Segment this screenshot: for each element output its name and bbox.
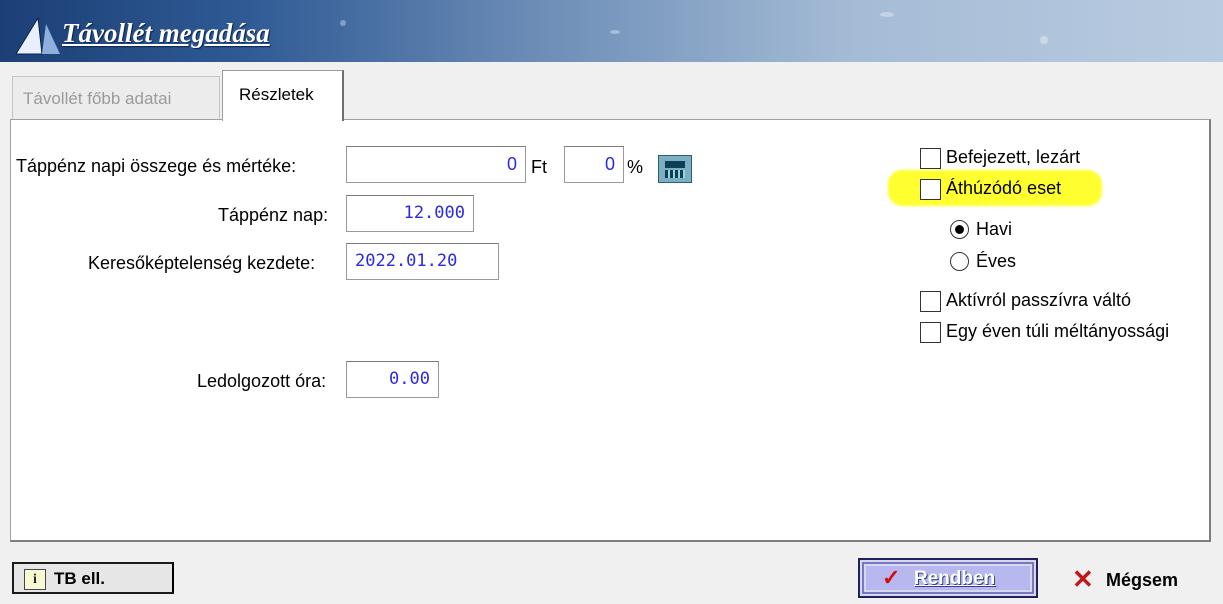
info-icon: i	[24, 569, 46, 590]
ft-unit-label: Ft	[531, 157, 547, 177]
befejezett-label: Befejezett, lezárt	[946, 147, 1081, 167]
egy-even-label: Egy éven túli méltányossági	[946, 321, 1170, 341]
tab-reszletek[interactable]: Részletek	[222, 70, 344, 121]
keresokeptelenseg-field[interactable]: 2022.01.20	[346, 243, 499, 280]
title-texture	[340, 20, 346, 26]
tappenz-amount-field[interactable]: 0	[346, 146, 526, 183]
havi-radio[interactable]	[950, 220, 969, 239]
egy-even-checkbox[interactable]	[920, 322, 941, 343]
title-texture	[880, 12, 894, 17]
megsem-label: Mégsem	[1106, 570, 1179, 590]
tb-ell-label: TB ell.	[54, 569, 106, 588]
athuzodo-checkbox[interactable]	[920, 179, 941, 200]
keresokeptelenseg-label: Keresőképtelenség kezdete:	[88, 253, 316, 273]
close-icon: ✕	[1072, 564, 1094, 594]
tappenz-percent-field[interactable]: 0	[564, 146, 624, 183]
befejezett-checkbox[interactable]	[920, 148, 941, 169]
title-texture	[610, 30, 620, 34]
aktivrol-checkbox[interactable]	[920, 291, 941, 312]
window-title: Távollét megadása	[62, 18, 270, 48]
rendben-button[interactable]: ✓ Rendben	[858, 558, 1038, 598]
ledolgozott-ora-field[interactable]: 0.00	[346, 361, 439, 398]
calculator-icon[interactable]	[658, 155, 692, 183]
tappenz-napi-label: Táppénz napi összege és mértéke:	[16, 156, 297, 176]
athuzodo-label: Áthúzódó eset	[946, 178, 1062, 198]
ledolgozott-ora-label: Ledolgozott óra:	[197, 371, 327, 391]
tab-tavollet-fobb-adatai[interactable]: Távollét főbb adatai	[12, 76, 220, 120]
havi-label: Havi	[976, 219, 1013, 239]
checkmark-icon: ✓	[882, 565, 901, 590]
percent-unit-label: %	[627, 157, 644, 177]
title-texture	[1040, 36, 1048, 44]
rendben-label: Rendben	[914, 568, 996, 589]
tab-strip: Távollét főbb adatai Részletek	[0, 62, 1223, 121]
tappenz-nap-field[interactable]: 12.000	[346, 195, 474, 232]
eves-label: Éves	[976, 251, 1017, 271]
title-bar: Távollét megadása	[0, 0, 1223, 62]
tappenz-nap-label: Táppénz nap:	[218, 205, 329, 225]
aktivrol-label: Aktívról passzívra váltó	[946, 290, 1132, 310]
tb-ell-button[interactable]: i TB ell.	[12, 562, 174, 594]
sail-logo-icon	[15, 16, 60, 55]
megsem-button[interactable]: ✕ Mégsem	[1066, 560, 1214, 598]
eves-radio[interactable]	[950, 252, 969, 271]
